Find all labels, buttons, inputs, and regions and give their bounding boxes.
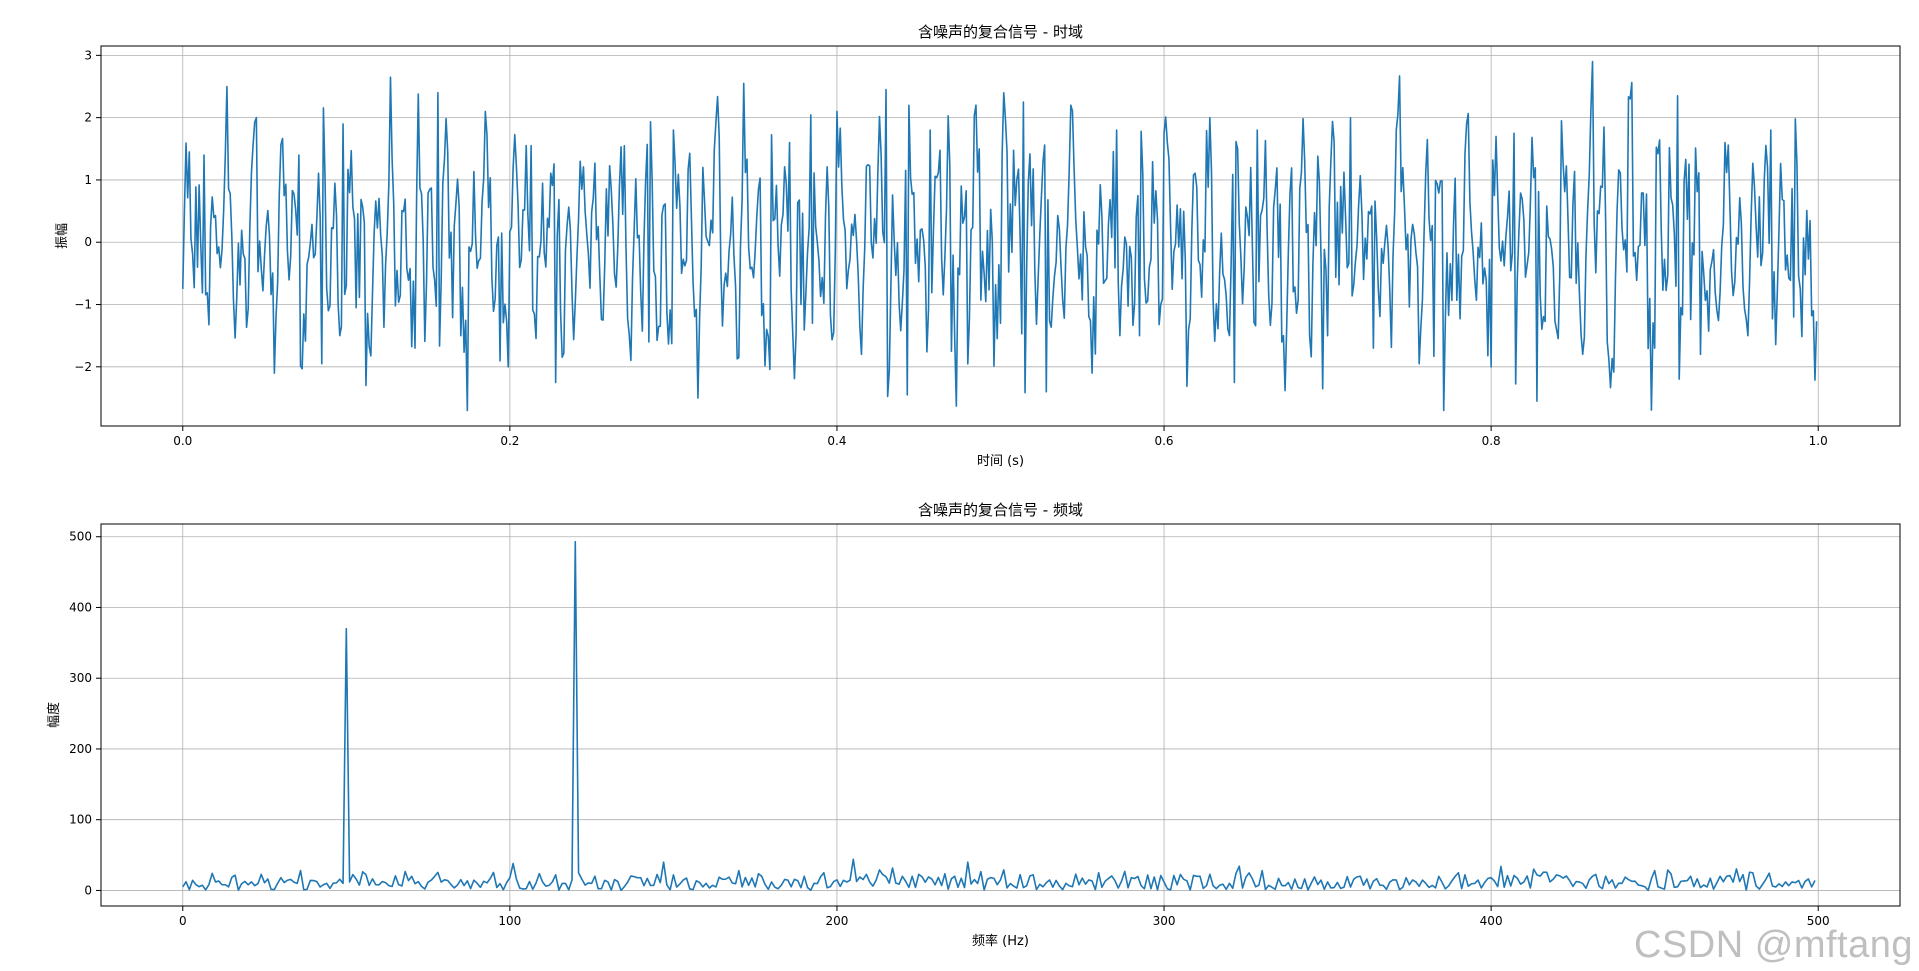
y-axis-label: 幅度 (46, 702, 62, 728)
chart-title: 含噪声的复合信号 - 频域 (918, 501, 1083, 519)
x-tick-label: 0.0 (173, 434, 192, 448)
y-tick-label: 100 (69, 813, 92, 827)
series-line-time (181, 60, 1818, 412)
y-tick-label: 200 (69, 742, 92, 756)
y-tick-label: 3 (84, 48, 92, 62)
y-tick-label: −1 (74, 298, 92, 312)
y-tick-label: 300 (69, 671, 92, 685)
y-tick-label: 400 (69, 600, 92, 614)
x-tick-label: 100 (498, 914, 521, 928)
x-tick-label: 0 (179, 914, 187, 928)
x-tick-label: 300 (1153, 914, 1176, 928)
x-tick-label: 400 (1480, 914, 1503, 928)
x-tick-label: 0.2 (500, 434, 519, 448)
x-tick-label: 0.8 (1482, 434, 1501, 448)
x-tick-label: 0.4 (827, 434, 846, 448)
y-tick-label: 500 (69, 530, 92, 544)
x-axis-label: 时间 (s) (977, 454, 1024, 469)
y-tick-label: 0 (84, 235, 92, 249)
series-line-freq (182, 540, 1816, 892)
x-tick-label: 1.0 (1809, 434, 1828, 448)
y-tick-label: 0 (84, 883, 92, 897)
axes-frame (100, 523, 1901, 907)
y-tick-label: −2 (74, 360, 92, 374)
x-tick-label: 0.6 (1154, 434, 1173, 448)
figure: 0.0 0.2 0.4 0.6 0.8 1.0 −2 −1 0 1 2 3 含噪声的复合信号 - 时域时… (46, 23, 1901, 949)
y-axis-label: 振幅 (55, 223, 70, 249)
x-tick-label: 200 (826, 914, 849, 928)
chart-title: 含噪声的复合信号 - 时域 (918, 23, 1083, 41)
y-tick-label: 2 (84, 111, 92, 125)
axes-frame (100, 45, 1901, 427)
y-tick-label: 1 (84, 173, 92, 187)
watermark: CSDN @mftang (1634, 924, 1913, 966)
x-axis-label: 频率 (Hz) (972, 933, 1029, 949)
